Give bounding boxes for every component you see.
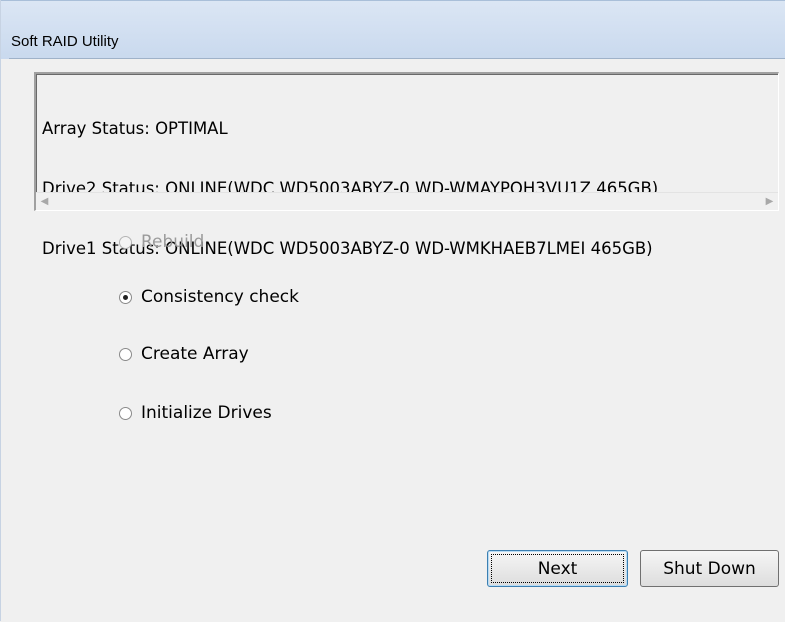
title-bar[interactable]: Soft RAID Utility (1, 0, 785, 59)
create-array-radio[interactable] (119, 347, 132, 361)
scroll-left-arrow-icon[interactable]: ◀ (36, 193, 53, 210)
create-array-option[interactable]: Create Array (119, 342, 249, 366)
dialog-client-area: Array Status: OPTIMAL Drive2 Status: ONL… (9, 58, 785, 622)
shut-down-button-label: Shut Down (663, 558, 756, 579)
initialize-drives-option[interactable]: Initialize Drives (119, 401, 272, 425)
rebuild-option[interactable]: Rebuild (119, 230, 204, 254)
rebuild-label: Rebuild (141, 232, 205, 252)
initialize-drives-radio[interactable] (119, 406, 132, 420)
scroll-right-arrow-icon[interactable]: ▶ (761, 193, 778, 210)
next-button[interactable]: Next (487, 550, 628, 587)
soft-raid-utility-window: Soft RAID Utility Array Status: OPTIMAL … (0, 0, 785, 622)
status-listbox[interactable]: Array Status: OPTIMAL Drive2 Status: ONL… (34, 72, 779, 258)
initialize-drives-label: Initialize Drives (141, 403, 272, 423)
rebuild-radio[interactable] (119, 235, 132, 249)
consistency-check-option[interactable]: Consistency check (119, 285, 299, 309)
array-status-line: Array Status: OPTIMAL (42, 119, 228, 138)
status-lines: Array Status: OPTIMAL Drive2 Status: ONL… (42, 79, 776, 299)
consistency-check-label: Consistency check (141, 287, 299, 307)
create-array-label: Create Array (141, 344, 249, 364)
focus-rectangle (491, 554, 624, 583)
window-title: Soft RAID Utility (11, 33, 119, 50)
shut-down-button[interactable]: Shut Down (640, 550, 779, 587)
horizontal-scrollbar[interactable]: ◀ ▶ (36, 192, 778, 210)
consistency-check-radio[interactable] (119, 290, 132, 304)
